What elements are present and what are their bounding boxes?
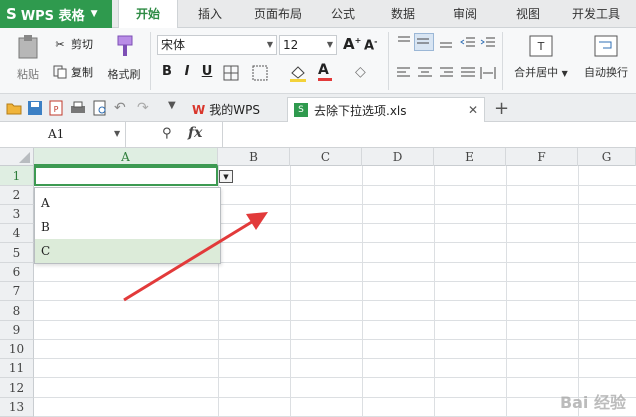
annotation-arrow (123, 212, 268, 302)
watermark: Bai 经验 (559, 393, 626, 412)
